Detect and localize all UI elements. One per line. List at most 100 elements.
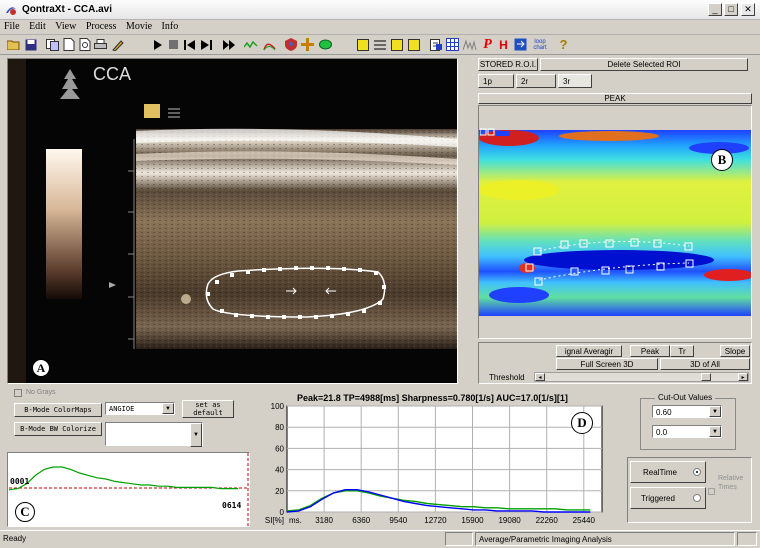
delete-roi-button[interactable]: Delete Selected ROI [540, 58, 748, 71]
loop-chart-icon[interactable]: loop chart [531, 37, 549, 52]
slider-thumb[interactable] [701, 373, 711, 381]
mini-chart-panel[interactable]: 0001 0614 C [7, 452, 250, 527]
set-as-default-button[interactable]: set as default [182, 400, 234, 418]
question-icon[interactable]: ? [556, 37, 571, 52]
overlay-icon [144, 104, 160, 118]
no-grays-label: No Grays [26, 389, 56, 396]
menu-process[interactable]: Process [82, 20, 120, 32]
chevron-down-icon[interactable]: ▼ [190, 423, 202, 447]
signal-averaging-button[interactable]: ignal Averagir [556, 345, 622, 357]
tab-1p[interactable]: 1p [478, 74, 514, 88]
minimize-button[interactable]: _ [708, 3, 722, 16]
chevron-down-icon[interactable]: ▼ [709, 406, 721, 417]
cross-icon[interactable] [300, 37, 315, 52]
slider-right-arrow-icon[interactable]: ▸ [738, 373, 748, 381]
tab-3r[interactable]: 3r [558, 74, 592, 88]
triggered-radio[interactable] [693, 494, 701, 502]
image-label: CCA [93, 64, 132, 84]
cutout-dropdown-2[interactable]: 0.0 ▼ [652, 425, 722, 438]
close-button[interactable]: ✕ [741, 3, 755, 16]
print-icon[interactable] [93, 37, 108, 52]
bw-colorize-dropdown[interactable]: ▼ [105, 422, 203, 447]
maximize-button[interactable]: □ [724, 3, 738, 16]
stop-icon[interactable] [166, 37, 181, 52]
stored-roi-button[interactable]: STORED R.O.I. [478, 58, 538, 71]
stripes-icon[interactable] [372, 37, 387, 52]
p-letter-icon[interactable]: P [480, 37, 495, 52]
cutout-dropdown-1[interactable]: 0.60 ▼ [652, 405, 722, 418]
menu-info[interactable]: Info [158, 20, 182, 32]
menu-movie[interactable]: Movie [122, 20, 155, 32]
status-ready: Ready [3, 534, 27, 543]
slider-left-arrow-icon[interactable]: ◂ [535, 373, 545, 381]
status-message-box: Average/Parametric Imaging Analysis [475, 532, 735, 546]
play-icon[interactable] [150, 37, 165, 52]
preview-icon[interactable] [77, 37, 92, 52]
menu-bar: File Edit View Process Movie Info [0, 20, 760, 35]
curve-icon[interactable] [262, 37, 277, 52]
bmode-bw-colorize-button[interactable]: B-Mode BW Colorize [14, 422, 102, 436]
realtime-radio[interactable] [693, 468, 701, 476]
title-bar: QontraXt - CCA.avi _ □ ✕ [0, 0, 760, 20]
colormap-dropdown[interactable]: ANGIOE ▼ [105, 402, 175, 415]
parametric-panel[interactable]: B [478, 105, 752, 339]
brush-icon[interactable] [110, 37, 125, 52]
ultrasound-panel[interactable]: CCA A [7, 58, 458, 384]
save-icon[interactable] [23, 37, 38, 52]
clipboard-icon[interactable] [428, 37, 443, 52]
time-intensity-chart[interactable]: 0204060801003180 6360 9540 12720 15900 19080 2… [257, 388, 625, 528]
open-folder-icon[interactable] [6, 37, 21, 52]
realtime-option[interactable]: RealTime [630, 461, 706, 483]
h-letter-icon[interactable]: H [496, 37, 511, 52]
threshold-slider[interactable]: ◂ ▸ [534, 372, 749, 382]
3d-of-all-button[interactable]: 3D of All [660, 358, 750, 370]
relative-times-label: Relative Times [718, 475, 744, 491]
relative-times-checkbox[interactable] [708, 488, 715, 495]
y-tick-label: 80 [275, 423, 284, 432]
plot-area [286, 405, 603, 513]
mini-chart [8, 453, 249, 526]
mini-chart-right-label: 0614 [222, 501, 242, 510]
status-indicator-2 [737, 532, 757, 546]
ellipse-icon[interactable] [318, 37, 333, 52]
page-icon[interactable] [61, 37, 76, 52]
bmode-colormaps-button[interactable]: B-Mode ColorMaps [14, 403, 102, 417]
tr-button[interactable]: Tr [670, 345, 694, 357]
tab-2r[interactable]: 2r [516, 74, 556, 88]
status-message: Average/Parametric Imaging Analysis [479, 535, 612, 544]
yellow-square-2-icon[interactable] [389, 37, 404, 52]
x-tick-label: 25440 [573, 516, 596, 525]
menu-view[interactable]: View [51, 20, 79, 32]
cutout-value-2: 0.0 [656, 428, 668, 437]
no-grays-checkbox[interactable] [14, 389, 22, 397]
cutout-title: Cut-Out Values [655, 393, 716, 402]
full-screen-3d-button[interactable]: Full Screen 3D [556, 358, 658, 370]
menu-file[interactable]: File [0, 20, 23, 32]
x-axis-label: ms. [289, 516, 302, 525]
status-indicator-1 [445, 532, 473, 546]
chevron-down-icon[interactable]: ▼ [162, 403, 174, 414]
y-tick-label: 20 [275, 487, 284, 496]
x-tick-label: 15900 [461, 516, 484, 525]
sync-icon[interactable] [513, 37, 528, 52]
yellow-square-icon[interactable] [355, 37, 370, 52]
yellow-square-3-icon[interactable] [406, 37, 421, 52]
menu-edit[interactable]: Edit [25, 20, 49, 32]
x-tick-label: 12720 [424, 516, 447, 525]
spectrum-icon[interactable] [462, 37, 477, 52]
grid-icon[interactable] [445, 37, 460, 52]
chevron-down-icon[interactable]: ▼ [709, 426, 721, 437]
wave-icon[interactable] [243, 37, 258, 52]
shield-icon[interactable] [283, 37, 298, 52]
slope-button[interactable]: Slope [720, 345, 750, 357]
fast-forward-icon[interactable] [222, 37, 237, 52]
triggered-option[interactable]: Triggered [630, 487, 706, 509]
peak-button[interactable]: Peak [630, 345, 670, 357]
step-back-icon[interactable] [182, 37, 197, 52]
copy-pages-icon[interactable] [45, 37, 60, 52]
y-tick-label: 40 [275, 466, 284, 475]
peak-header: PEAK [478, 93, 752, 104]
mini-chart-left-label: 0001 [10, 477, 30, 486]
step-forward-icon[interactable] [198, 37, 213, 52]
x-tick-label: 3180 [315, 516, 333, 525]
